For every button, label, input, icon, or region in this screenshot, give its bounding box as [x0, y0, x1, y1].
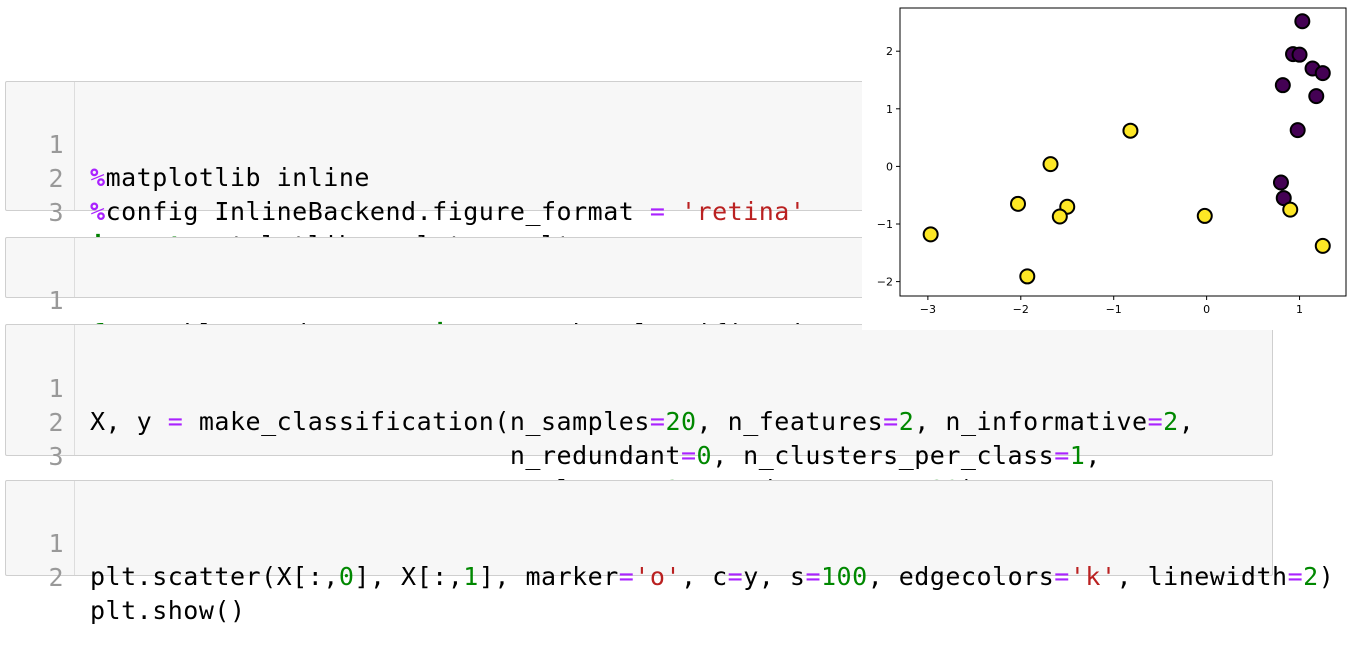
code-cell-make-classification[interactable]: 1 X, y = make_classification(n_samples=2…: [5, 324, 1273, 504]
code-token: 0: [338, 562, 355, 591]
scatter-point-class-1: [1010, 195, 1027, 212]
code-line: 3 n_classes=2, random_state=123): [6, 407, 1272, 504]
code-line: 2 plt.show(): [6, 528, 1272, 625]
code-token: =: [1054, 562, 1070, 591]
code-token: =: [1054, 441, 1070, 470]
code-cell-scatter-plot[interactable]: 1 plt.scatter(X[:,0], X[:,1], marker='o'…: [5, 480, 1334, 625]
line-number: 3: [48, 442, 64, 471]
plot-axes-frame: [899, 7, 1347, 297]
scatter-point-class-0: [1274, 77, 1291, 94]
scatter-point-class-1: [1019, 268, 1036, 285]
code-token: ): [1318, 562, 1335, 591]
code-token: 0: [696, 441, 713, 470]
code-token: =: [727, 562, 744, 591]
code-token: =: [618, 562, 635, 591]
scatter-point-class-1: [922, 226, 939, 243]
code-text: plt.scatter(X[:,0], X[:,1], marker='o', …: [90, 560, 1334, 593]
code-token: =: [1287, 562, 1304, 591]
x-tick-label: −2: [1013, 303, 1029, 316]
code-token: 'k': [1069, 562, 1117, 591]
scatter-plot: −3 −2 −1 0 1 −2 −1 0 1 2: [877, 7, 1347, 316]
x-tick-label: −3: [920, 303, 936, 316]
y-tick-label: 2: [886, 45, 893, 58]
x-tick-label: −1: [1106, 303, 1122, 316]
x-tick-label: 0: [1203, 303, 1210, 316]
code-token: =: [680, 441, 697, 470]
x-tick-label: 1: [1296, 303, 1303, 316]
code-token: =: [649, 197, 666, 226]
code-token: , edgecolors: [867, 562, 1055, 591]
code-token: ], marker: [478, 562, 619, 591]
line-number: 1: [48, 286, 64, 315]
code-text: n_redundant=0, n_clusters_per_class=1,: [90, 439, 1101, 472]
scatter-point-class-0: [1314, 65, 1331, 82]
code-token: , linewidth: [1116, 562, 1288, 591]
code-token: %: [90, 197, 106, 226]
code-token: 'o': [634, 562, 681, 591]
code-token: 2: [1303, 562, 1319, 591]
scatter-point-class-1: [1051, 208, 1068, 225]
code-token: plt.scatter(X[:,: [90, 562, 339, 591]
code-token: plt.show(): [90, 596, 246, 625]
y-tick-label: 0: [886, 160, 893, 173]
code-text: plt.show(): [90, 594, 246, 627]
y-tick-label: −1: [877, 218, 893, 231]
scatter-point-class-1: [1196, 207, 1213, 224]
code-text: %config InlineBackend.figure_format = 'r…: [90, 195, 805, 228]
scatter-point-class-1: [1314, 237, 1331, 254]
code-token: =: [805, 562, 821, 591]
line-number: 2: [48, 563, 64, 592]
code-token: config InlineBackend.figure_format: [105, 197, 650, 226]
scatter-plot-output: −3 −2 −1 0 1 −2 −1 0 1 2: [862, 0, 1356, 330]
code-token: , n_clusters_per_class: [712, 441, 1055, 470]
code-line: 1 plt.scatter(X[:,0], X[:,1], marker='o'…: [6, 494, 1333, 591]
scatter-point-class-1: [1122, 122, 1139, 139]
y-tick-label: 1: [886, 103, 893, 116]
code-line: 1 X, y = make_classification(n_samples=2…: [6, 339, 1272, 436]
code-token: y, s: [743, 562, 806, 591]
scatter-point-class-1: [1282, 201, 1299, 218]
code-token: ,: [1085, 441, 1101, 470]
code-token: 1: [463, 562, 479, 591]
code-token: , c: [681, 562, 728, 591]
code-token: 'retina': [680, 197, 806, 226]
scatter-point-class-1: [1042, 156, 1059, 173]
code-token: 1: [1069, 441, 1086, 470]
scatter-point-class-0: [1289, 122, 1306, 139]
scatter-point-class-0: [1308, 88, 1325, 105]
code-token: ], X[:,: [354, 562, 464, 591]
scatter-point-class-0: [1291, 46, 1308, 63]
y-tick-label: −2: [877, 276, 893, 289]
scatter-point-class-0: [1294, 13, 1311, 30]
line-number: 3: [48, 198, 64, 227]
code-token: 100: [821, 562, 868, 591]
scatter-point-class-0: [1272, 174, 1289, 191]
code-line: 2 n_redundant=0, n_clusters_per_class=1,: [6, 373, 1272, 470]
code-token: n_redundant: [90, 441, 681, 470]
